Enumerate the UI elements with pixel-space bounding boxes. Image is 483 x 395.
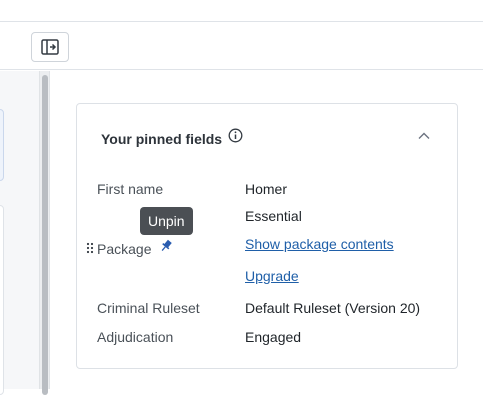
toolbar xyxy=(0,22,483,70)
upgrade-link[interactable]: Upgrade xyxy=(245,268,299,284)
field-value-first-name: Homer xyxy=(245,181,288,197)
drag-handle-icon[interactable] xyxy=(86,242,94,254)
chevron-up-icon[interactable] xyxy=(417,131,431,141)
field-value-package: Essential xyxy=(245,208,302,224)
card-title: Your pinned fields xyxy=(101,131,223,147)
field-label-package: Package xyxy=(97,241,152,257)
scrollbar[interactable] xyxy=(39,71,50,395)
left-panel xyxy=(0,71,39,395)
collapse-sidebar-button[interactable] xyxy=(31,32,69,62)
field-label-criminal-ruleset: Criminal Ruleset xyxy=(97,300,200,316)
field-label-first-name: First name xyxy=(97,181,164,197)
field-value-criminal-ruleset: Default Ruleset (Version 20) xyxy=(245,300,421,316)
info-icon[interactable] xyxy=(228,128,243,143)
left-panel-card xyxy=(0,205,4,395)
sidebar-collapse-icon xyxy=(41,39,59,55)
top-bar xyxy=(0,0,483,22)
unpin-tooltip: Unpin xyxy=(140,207,193,235)
show-package-contents-link[interactable]: Show package contents xyxy=(245,236,394,252)
field-label-adjudication: Adjudication xyxy=(97,329,174,345)
pinned-fields-card: Your pinned fields First name Homer Esse… xyxy=(76,103,458,369)
field-value-adjudication: Engaged xyxy=(245,329,302,345)
scrollbar-thumb[interactable] xyxy=(42,75,48,395)
main-content: Your pinned fields First name Homer Esse… xyxy=(51,71,483,389)
left-panel-card[interactable] xyxy=(0,109,4,181)
pin-icon[interactable] xyxy=(159,239,173,253)
